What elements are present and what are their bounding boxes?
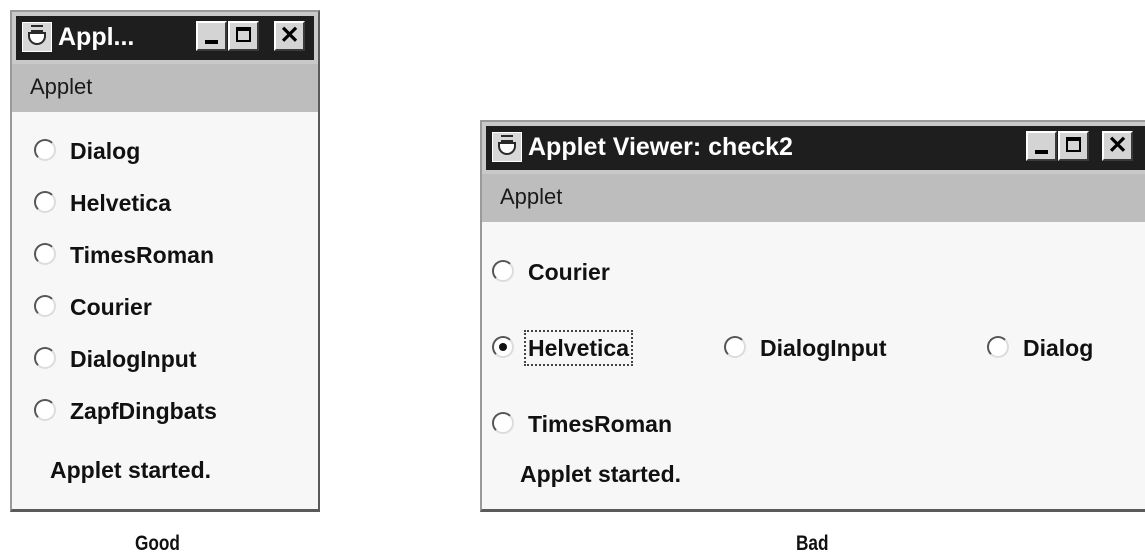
maximize-button[interactable] xyxy=(228,21,259,51)
close-icon: ✕ xyxy=(279,22,300,49)
radio-label[interactable]: DialogInput xyxy=(760,334,886,362)
caption-bad: Bad xyxy=(796,532,829,555)
java-cup-icon[interactable] xyxy=(492,132,522,162)
close-button[interactable]: ✕ xyxy=(274,21,305,51)
close-button[interactable]: ✕ xyxy=(1102,131,1133,161)
minimize-button[interactable] xyxy=(196,21,227,51)
radio-label[interactable]: DialogInput xyxy=(70,345,196,373)
status-text: Applet started. xyxy=(520,461,682,487)
bad-applet-window: Applet Viewer: check2 ✕ Applet Courier H… xyxy=(480,120,1145,512)
good-title-bar[interactable]: Appl... ✕ xyxy=(12,12,318,64)
radio-label[interactable]: Helvetica xyxy=(523,330,634,366)
radio-button[interactable] xyxy=(987,336,1009,358)
caption-good: Good xyxy=(135,532,180,555)
status-text: Applet started. xyxy=(50,457,212,483)
radio-button[interactable] xyxy=(492,412,514,434)
radio-label[interactable]: TimesRoman xyxy=(70,241,214,269)
bad-title-bar[interactable]: Applet Viewer: check2 ✕ xyxy=(482,122,1145,174)
close-icon: ✕ xyxy=(1107,132,1128,159)
maximize-button[interactable] xyxy=(1058,131,1089,161)
radio-label[interactable]: Dialog xyxy=(70,137,140,165)
good-applet-window: Appl... ✕ Applet Dialog Helvetica TimesR… xyxy=(10,10,320,512)
menu-applet[interactable]: Applet xyxy=(30,74,92,100)
radio-button[interactable] xyxy=(34,347,56,369)
maximize-icon xyxy=(236,27,251,42)
maximize-icon xyxy=(1066,137,1081,152)
radio-button[interactable] xyxy=(492,260,514,282)
radio-button[interactable] xyxy=(34,295,56,317)
radio-label[interactable]: Courier xyxy=(70,293,152,321)
radio-button[interactable] xyxy=(34,243,56,265)
radio-label[interactable]: TimesRoman xyxy=(528,410,672,438)
radio-button[interactable] xyxy=(34,191,56,213)
minimize-button[interactable] xyxy=(1026,131,1057,161)
radio-label[interactable]: Dialog xyxy=(1023,334,1093,362)
radio-button-selected[interactable] xyxy=(492,336,514,358)
good-menu-bar: Applet xyxy=(12,64,318,112)
minimize-icon xyxy=(1035,150,1048,154)
radio-label[interactable]: Helvetica xyxy=(70,189,171,217)
minimize-icon xyxy=(205,40,218,44)
bad-window-title: Applet Viewer: check2 xyxy=(528,133,793,161)
bad-menu-bar: Applet xyxy=(482,174,1145,222)
menu-applet[interactable]: Applet xyxy=(500,184,562,210)
radio-label[interactable]: ZapfDingbats xyxy=(70,397,217,425)
java-cup-icon[interactable] xyxy=(22,22,52,52)
radio-label[interactable]: Courier xyxy=(528,258,610,286)
radio-button[interactable] xyxy=(34,139,56,161)
radio-button[interactable] xyxy=(34,399,56,421)
good-window-title: Appl... xyxy=(58,23,135,51)
radio-button[interactable] xyxy=(724,336,746,358)
